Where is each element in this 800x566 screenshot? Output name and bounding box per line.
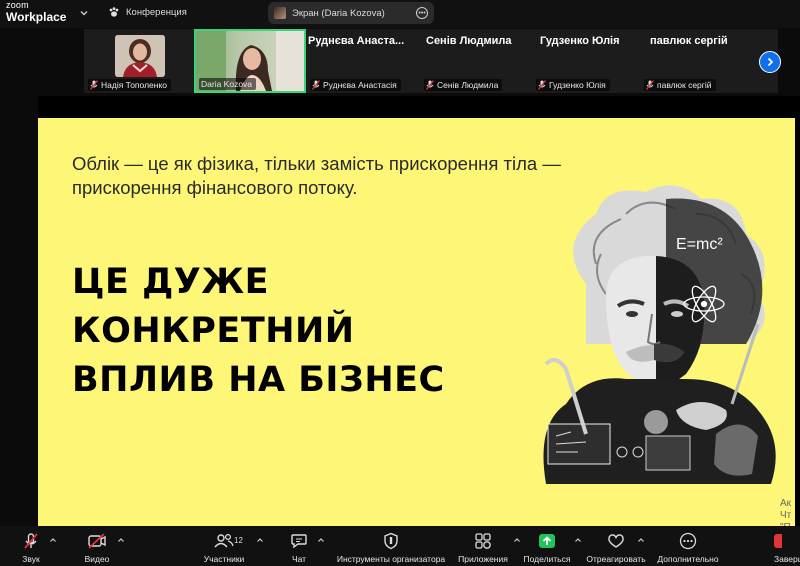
participant-tile[interactable]: Гудзенко Юлія Гудзенко Юлія bbox=[530, 29, 640, 93]
watermark-line: Чт bbox=[780, 510, 792, 521]
participant-name-tag: Надія Тополенко bbox=[88, 79, 171, 91]
participant-name: Руднєва Анастасія bbox=[323, 80, 397, 90]
participant-display-name: Руднєва Анаста... bbox=[308, 35, 405, 47]
caret-up-icon[interactable] bbox=[574, 536, 582, 544]
apps-label: Приложения bbox=[458, 554, 508, 564]
logo-brand: zoom bbox=[6, 0, 29, 10]
meeting-info-button[interactable]: Конференция bbox=[108, 6, 187, 18]
caret-up-icon[interactable] bbox=[256, 536, 264, 544]
audio-label: Звук bbox=[22, 554, 40, 564]
shield-icon bbox=[384, 532, 398, 550]
participants-label: Участники bbox=[203, 554, 245, 564]
react-button[interactable]: Отреагировать bbox=[584, 526, 648, 566]
mic-muted-icon bbox=[538, 80, 546, 90]
video-off-icon bbox=[88, 533, 106, 549]
mic-muted-icon bbox=[90, 80, 98, 90]
caret-up-icon[interactable] bbox=[49, 536, 57, 544]
participant-name-tag: павлюк сергій bbox=[644, 79, 716, 91]
shared-slide: Облік — це як фізика, тільки замість при… bbox=[38, 118, 795, 526]
watermark-line: Ак bbox=[780, 498, 792, 509]
participant-video bbox=[115, 35, 165, 77]
formula-text: E=mc² bbox=[676, 236, 723, 253]
share-screen-icon bbox=[539, 534, 555, 548]
mic-muted-icon bbox=[24, 533, 38, 549]
participant-display-name: Гудзенко Юлія bbox=[540, 35, 620, 47]
participant-tile[interactable]: Руднєва Анаста... Руднєва Анастасія bbox=[306, 29, 420, 93]
more-options-icon[interactable]: ••• bbox=[416, 7, 428, 19]
participant-gallery: Надія Тополенко Daria Kozova Руднєва Ана… bbox=[84, 29, 778, 93]
chat-button[interactable]: Чат bbox=[285, 526, 313, 566]
participant-name-tag: Сенів Людмила bbox=[424, 79, 503, 91]
quote-line: Облік — це як фізика, тільки замість при… bbox=[72, 153, 561, 174]
participants-button[interactable]: Участники bbox=[200, 526, 248, 566]
participants-count: 12 bbox=[234, 536, 243, 545]
end-icon bbox=[774, 534, 782, 548]
meeting-toolbar: Звук Видео Участники 12 Чат Инструменты … bbox=[0, 526, 800, 566]
chat-label: Чат bbox=[291, 554, 307, 564]
participant-tile[interactable]: павлюк сергій павлюк сергій bbox=[640, 29, 750, 93]
more-label: Дополнительно bbox=[657, 554, 719, 564]
screen-share-indicator[interactable]: Экран (Daria Kozova) ••• bbox=[268, 2, 434, 24]
participant-display-name: Сенів Людмила bbox=[426, 35, 512, 47]
host-tools-button[interactable]: Инструменты организатора bbox=[336, 526, 446, 566]
heart-icon bbox=[608, 534, 624, 548]
participant-tile[interactable]: Сенів Людмила Сенів Людмила bbox=[420, 29, 530, 93]
participant-display-name: павлюк сергій bbox=[650, 35, 728, 47]
video-label: Видео bbox=[84, 554, 110, 564]
chat-icon bbox=[291, 534, 307, 549]
participant-name: Daria Kozova bbox=[201, 79, 253, 89]
participant-tile[interactable]: Надія Тополенко bbox=[84, 29, 194, 93]
chevron-down-icon[interactable] bbox=[78, 7, 90, 19]
headline-line: ЦЕ ДУЖЕ bbox=[72, 262, 269, 302]
participant-tile-active-speaker[interactable]: Daria Kozova bbox=[194, 29, 306, 93]
mic-muted-icon bbox=[426, 80, 434, 90]
share-screen-button[interactable]: Поделиться bbox=[522, 526, 572, 566]
participant-name-tag: Daria Kozova bbox=[199, 78, 257, 90]
more-button[interactable]: Дополнительно bbox=[656, 526, 720, 566]
participant-name: Надія Тополенко bbox=[101, 80, 167, 90]
zoom-logo: zoom Workplace bbox=[6, 0, 67, 24]
audio-button[interactable]: Звук bbox=[14, 526, 48, 566]
paw-icon bbox=[109, 7, 119, 17]
participant-name: Сенів Людмила bbox=[437, 80, 499, 90]
caret-up-icon[interactable] bbox=[513, 536, 521, 544]
caret-up-icon[interactable] bbox=[317, 536, 325, 544]
react-label: Отреагировать bbox=[586, 554, 646, 564]
video-button[interactable]: Видео bbox=[80, 526, 114, 566]
shared-screen-top-margin bbox=[38, 96, 795, 118]
top-bar: zoom Workplace Конференция Экран (Daria … bbox=[0, 0, 800, 28]
chevron-right-icon bbox=[767, 57, 774, 67]
host-tools-label: Инструменты организатора bbox=[336, 554, 446, 564]
logo-product: Workplace bbox=[6, 10, 67, 24]
participant-name: павлюк сергій bbox=[657, 80, 712, 90]
next-page-button[interactable] bbox=[759, 51, 781, 73]
mic-muted-icon bbox=[312, 80, 320, 90]
headline-line: КОНКРЕТНИЙ bbox=[72, 311, 355, 351]
participants-icon bbox=[214, 533, 234, 548]
caret-up-icon[interactable] bbox=[117, 536, 125, 544]
participant-name-tag: Гудзенко Юлія bbox=[536, 79, 610, 91]
shared-screen-right-margin bbox=[795, 96, 800, 526]
apps-icon bbox=[475, 533, 491, 549]
end-label: Заверш bbox=[774, 554, 800, 564]
participant-name: Гудзенко Юлія bbox=[549, 80, 606, 90]
headline-line: ВПЛИВ НА БІЗНЕС bbox=[72, 360, 445, 400]
slide-headline: ЦЕ ДУЖЕ КОНКРЕТНИЙ ВПЛИВ НА БІЗНЕС bbox=[72, 258, 445, 405]
caret-up-icon[interactable] bbox=[637, 536, 645, 544]
more-dots-icon bbox=[679, 532, 697, 550]
share-label: Экран (Daria Kozova) bbox=[292, 7, 385, 19]
mic-muted-icon bbox=[646, 80, 654, 90]
meeting-label: Конференция bbox=[126, 6, 187, 18]
zoom-window: zoom Workplace Конференция Экран (Daria … bbox=[0, 0, 800, 566]
sharer-avatar bbox=[274, 7, 286, 19]
share-label: Поделиться bbox=[523, 554, 571, 564]
einstein-illustration: E=mc² bbox=[543, 185, 776, 484]
participant-name-tag: Руднєва Анастасія bbox=[310, 79, 401, 91]
end-meeting-button[interactable]: Заверш bbox=[774, 526, 800, 566]
apps-button[interactable]: Приложения bbox=[456, 526, 510, 566]
